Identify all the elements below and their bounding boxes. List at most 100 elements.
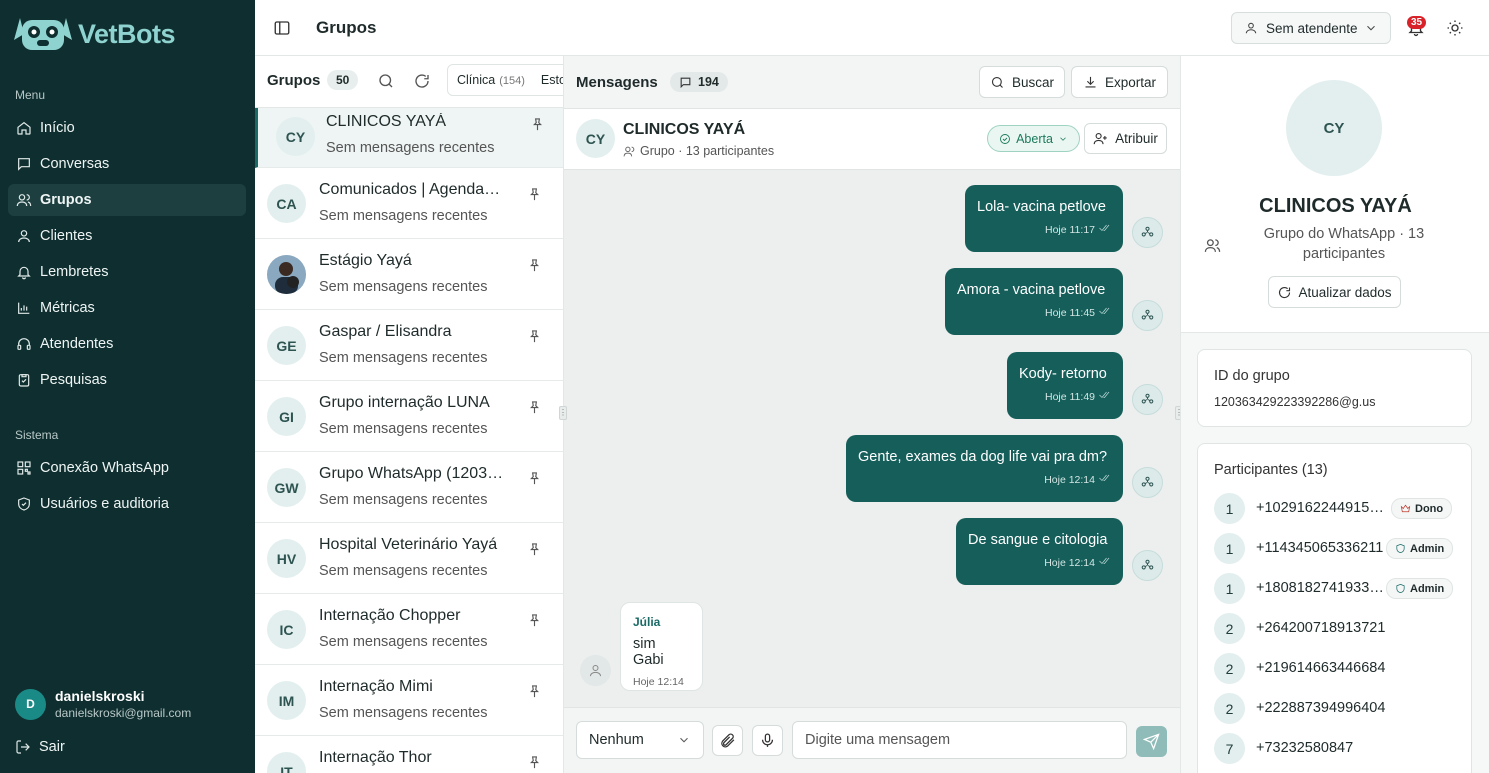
list-item[interactable]: GE Gaspar / Elisandra Sem mensagens recent… bbox=[255, 310, 563, 381]
participant-row[interactable]: 1 +114345065336211 Admin bbox=[1214, 533, 1464, 565]
sidebar-item-inicio[interactable]: Início bbox=[8, 112, 246, 144]
tab-estoque[interactable]: Estoque bbox=[541, 73, 563, 87]
sidebar-item-grupos[interactable]: Grupos bbox=[8, 184, 246, 216]
double-check-icon bbox=[1095, 556, 1111, 569]
current-user[interactable]: D danielskroski danielskroski@gmail.com bbox=[15, 688, 191, 720]
participant-row[interactable]: 2 +222887394996404 bbox=[1214, 693, 1464, 725]
list-item[interactable]: IC Internação Chopper Sem mensagens recent… bbox=[255, 594, 563, 665]
message-time: Hoje 11:49 bbox=[1019, 390, 1111, 403]
sidebar-item-usuarios-auditoria[interactable]: Usuários e auditoria bbox=[8, 488, 246, 520]
microphone-button[interactable] bbox=[752, 725, 783, 756]
brand-name: VetBots bbox=[78, 18, 176, 49]
bot-avatar-icon bbox=[1132, 550, 1163, 581]
sidebar-item-atendentes[interactable]: Atendentes bbox=[8, 328, 246, 360]
avatar: GW bbox=[267, 468, 306, 507]
group-list-header: Grupos 50 Clínica(154) Estoque bbox=[255, 56, 563, 108]
messages-header: Mensagens 194 Buscar Exportar bbox=[564, 56, 1180, 109]
sidebar-toggle-icon[interactable] bbox=[273, 19, 291, 37]
pin-icon[interactable] bbox=[527, 400, 542, 420]
group-last-message: Sem mensagens recentes bbox=[319, 421, 488, 437]
pin-icon[interactable] bbox=[527, 187, 542, 207]
sidebar-item-lembretes[interactable]: Lembretes bbox=[8, 256, 246, 288]
logout-button[interactable]: Sair bbox=[15, 739, 65, 755]
sidebar-item-clientes[interactable]: Clientes bbox=[8, 220, 246, 252]
attach-button[interactable] bbox=[712, 725, 743, 756]
list-item[interactable]: Estágio Yayá Sem mensagens recentes bbox=[255, 239, 563, 310]
pin-icon[interactable] bbox=[527, 542, 542, 562]
messages-title: Mensagens bbox=[576, 74, 658, 91]
refresh-icon[interactable] bbox=[413, 72, 431, 95]
pin-icon[interactable] bbox=[527, 471, 542, 491]
group-id-label: ID do grupo bbox=[1214, 368, 1290, 384]
export-button[interactable]: Exportar bbox=[1071, 66, 1168, 98]
group-name: Hospital Veterinário Yayá bbox=[319, 536, 498, 553]
group-last-message: Sem mensagens recentes bbox=[326, 140, 495, 156]
chat-header: CY CLINICOS YAYÁ Grupo · 13 participante… bbox=[564, 109, 1180, 170]
pin-icon[interactable] bbox=[527, 684, 542, 704]
group-last-message: Sem mensagens recentes bbox=[319, 492, 488, 508]
avatar: CY bbox=[276, 117, 315, 156]
group-name: Grupo internação LUNA bbox=[319, 394, 490, 411]
attendant-select[interactable]: Sem atendente bbox=[1231, 12, 1391, 44]
avatar bbox=[267, 255, 306, 294]
tab-clinica[interactable]: Clínica (154) bbox=[457, 73, 525, 87]
sidebar-item-conexao-whatsapp[interactable]: Conexão WhatsApp bbox=[8, 452, 246, 484]
list-item[interactable]: GI Grupo internação LUNA Sem mensagens rec… bbox=[255, 381, 563, 452]
pin-icon[interactable] bbox=[527, 755, 542, 773]
message-text: De sangue e citologia bbox=[968, 532, 1108, 548]
sidebar-item-pesquisas[interactable]: Pesquisas bbox=[8, 364, 246, 396]
participant-row[interactable]: 1 +102916224491512 Dono bbox=[1214, 493, 1464, 525]
robot-dog-icon bbox=[12, 12, 74, 56]
group-last-message: Sem mensagens recentes bbox=[319, 705, 488, 721]
participant-row[interactable]: 2 +264200718913721 bbox=[1214, 613, 1464, 645]
bot-avatar-icon bbox=[1132, 384, 1163, 415]
qr-icon bbox=[16, 460, 32, 476]
sidebar-item-label: Início bbox=[40, 120, 75, 136]
status-badge[interactable]: Aberta bbox=[987, 125, 1080, 152]
pin-icon[interactable] bbox=[527, 329, 542, 349]
template-select[interactable]: Nenhum bbox=[576, 721, 704, 759]
message-time: Hoje 12:14 bbox=[968, 556, 1111, 569]
pin-icon[interactable] bbox=[530, 117, 545, 137]
sidebar-item-conversas[interactable]: Conversas bbox=[8, 148, 246, 180]
pin-icon[interactable] bbox=[527, 613, 542, 633]
search-messages-button[interactable]: Buscar bbox=[979, 66, 1065, 98]
chat-icon bbox=[680, 77, 691, 88]
chat-name: CLINICOS YAYÁ bbox=[623, 121, 746, 138]
list-item[interactable]: IT Internação Thor bbox=[255, 736, 563, 773]
double-check-icon bbox=[1095, 306, 1111, 319]
theme-toggle-sun-icon[interactable] bbox=[1446, 19, 1464, 42]
participant-row[interactable]: 2 +219614663446684 bbox=[1214, 653, 1464, 685]
list-item[interactable]: HV Hospital Veterinário Yayá Sem mensagens… bbox=[255, 523, 563, 594]
group-list-panel: Grupos 50 Clínica(154) Estoque CY CLINICO… bbox=[255, 56, 564, 773]
participant-row[interactable]: 1 +180818274193345 Admin bbox=[1214, 573, 1464, 605]
headset-icon bbox=[16, 336, 32, 352]
list-item[interactable]: CY CLINICOS YAYÁ Sem mensagens recentes bbox=[255, 108, 563, 168]
group-id-value: 120363429223392286@g.us bbox=[1214, 395, 1376, 409]
participant-phone: +73232580847 bbox=[1256, 740, 1354, 756]
assign-button[interactable]: Atribuir bbox=[1084, 123, 1167, 154]
sidebar-item-metricas[interactable]: Métricas bbox=[8, 292, 246, 324]
group-name: Internação Mimi bbox=[319, 678, 433, 695]
search-icon bbox=[991, 76, 1003, 88]
resize-handle[interactable]: ⋮ bbox=[559, 406, 567, 420]
refresh-data-button[interactable]: Atualizar dados bbox=[1268, 276, 1401, 308]
list-item[interactable]: GW Grupo WhatsApp (120363) Sem mensagens r… bbox=[255, 452, 563, 523]
participant-phone: +219614663446684 bbox=[1256, 660, 1386, 676]
shield-icon bbox=[1396, 543, 1405, 554]
user-icon bbox=[590, 665, 601, 677]
logout-label: Sair bbox=[39, 739, 65, 755]
double-check-icon bbox=[1095, 223, 1111, 236]
participant-phone: +180818274193345 bbox=[1256, 580, 1384, 596]
send-button[interactable] bbox=[1136, 726, 1167, 757]
app-window: VetBots Menu Início Conversas Grupos Cli… bbox=[0, 0, 1489, 773]
list-item[interactable]: CA Comunicados | Agendamentos Sem mensagen… bbox=[255, 168, 563, 239]
participant-row[interactable]: 7 +73232580847 bbox=[1214, 733, 1464, 765]
message-count-badge: 194 bbox=[670, 72, 728, 92]
list-item[interactable]: IM Internação Mimi Sem mensagens recentes bbox=[255, 665, 563, 736]
group-name: CLINICOS YAYÁ bbox=[1259, 195, 1412, 217]
pin-icon[interactable] bbox=[527, 258, 542, 278]
search-icon[interactable] bbox=[377, 72, 395, 95]
message-input[interactable] bbox=[792, 721, 1127, 759]
clipboard-icon bbox=[16, 372, 32, 388]
